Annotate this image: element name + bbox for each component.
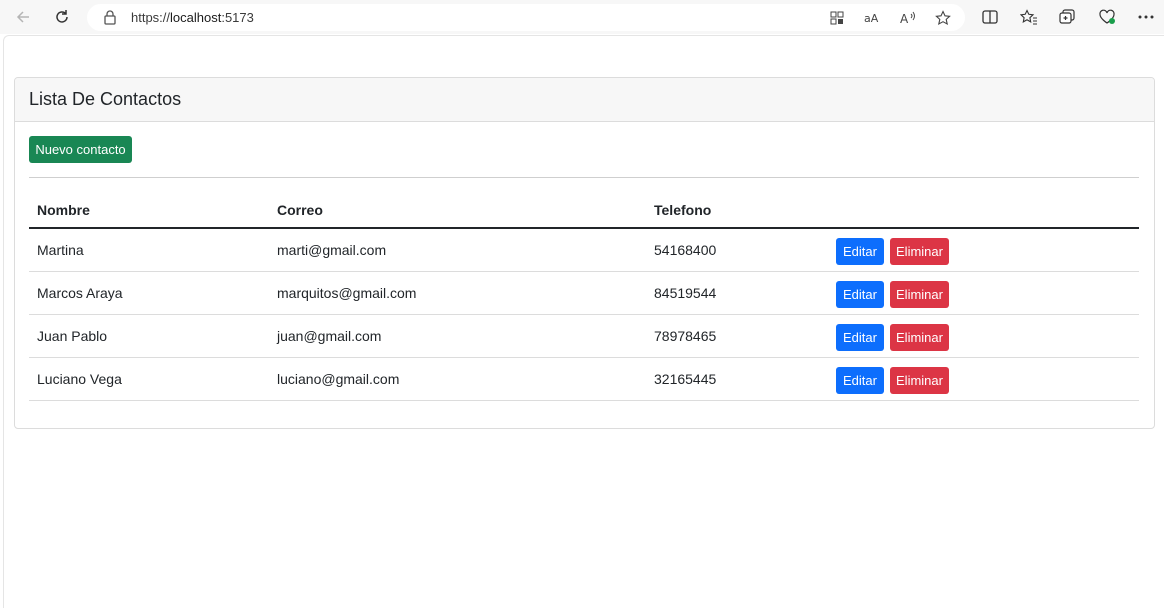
contact-phone: 54168400 <box>646 228 828 272</box>
page-title: Lista De Contactos <box>29 89 182 109</box>
table-row: Juan Pablo juan@gmail.com 78978465 Edita… <box>29 314 1139 358</box>
card-header: Lista De Contactos <box>15 78 1154 122</box>
contact-email: luciano@gmail.com <box>269 357 646 401</box>
row-actions: Editar Eliminar <box>828 314 1139 358</box>
edit-button[interactable]: Editar <box>836 366 884 394</box>
edit-button[interactable]: Editar <box>836 237 884 265</box>
contacts-table: Nombre Correo Telefono Martina marti@gma… <box>29 192 1139 401</box>
delete-button[interactable]: Eliminar <box>890 323 949 351</box>
contact-name: Juan Pablo <box>29 314 269 358</box>
column-header-actions <box>828 192 1139 229</box>
delete-button[interactable]: Eliminar <box>890 280 949 308</box>
url-port: :5173 <box>221 10 254 25</box>
translate-icon[interactable]: aA <box>863 9 881 27</box>
table-row: Marcos Araya marquitos@gmail.com 8451954… <box>29 271 1139 315</box>
edit-button[interactable]: Editar <box>836 323 884 351</box>
more-options-icon[interactable] <box>1136 7 1156 27</box>
lock-icon[interactable] <box>103 10 117 25</box>
contact-email: juan@gmail.com <box>269 314 646 358</box>
column-header-telefono: Telefono <box>646 192 828 229</box>
url-scheme: https:// <box>131 10 171 25</box>
favorite-star-icon[interactable] <box>934 9 952 27</box>
address-bar[interactable]: https://localhost:5173 aA A <box>87 4 965 31</box>
contact-phone: 84519544 <box>646 271 828 315</box>
contacts-card: Lista De Contactos Nuevo contacto Nombre… <box>14 77 1155 429</box>
row-actions: Editar Eliminar <box>828 357 1139 401</box>
url-text[interactable]: https://localhost:5173 <box>131 10 254 25</box>
column-header-correo: Correo <box>269 192 646 229</box>
divider <box>29 177 1139 178</box>
row-actions: Editar Eliminar <box>828 271 1139 315</box>
split-screen-icon[interactable] <box>980 7 1000 27</box>
delete-button[interactable]: Eliminar <box>890 366 949 394</box>
contact-name: Marcos Araya <box>29 271 269 315</box>
edit-button[interactable]: Editar <box>836 280 884 308</box>
contact-email: marti@gmail.com <box>269 228 646 272</box>
read-aloud-icon[interactable]: A <box>899 9 917 27</box>
browser-essentials-icon[interactable] <box>1097 7 1117 27</box>
collections-icon[interactable] <box>1058 7 1078 27</box>
card-body: Nuevo contacto Nombre Correo Telefono Ma… <box>15 122 1154 415</box>
contact-email: marquitos@gmail.com <box>269 271 646 315</box>
app-grid-icon[interactable] <box>828 9 846 27</box>
contact-phone: 32165445 <box>646 357 828 401</box>
svg-text:A: A <box>900 12 909 25</box>
contact-name: Luciano Vega <box>29 357 269 401</box>
page-viewport: Lista De Contactos Nuevo contacto Nombre… <box>3 35 1164 608</box>
url-host: localhost <box>170 10 222 25</box>
table-row: Martina marti@gmail.com 54168400 Editar … <box>29 228 1139 272</box>
contact-name: Martina <box>29 228 269 272</box>
row-actions: Editar Eliminar <box>828 228 1139 272</box>
delete-button[interactable]: Eliminar <box>890 237 949 265</box>
favorites-icon[interactable] <box>1019 7 1039 27</box>
table-row: Luciano Vega luciano@gmail.com 32165445 … <box>29 357 1139 401</box>
contact-phone: 78978465 <box>646 314 828 358</box>
column-header-nombre: Nombre <box>29 192 269 229</box>
back-icon[interactable] <box>12 6 34 28</box>
reload-icon[interactable] <box>51 6 73 28</box>
new-contact-button[interactable]: Nuevo contacto <box>29 136 132 163</box>
browser-toolbar: https://localhost:5173 aA A <box>0 0 1164 34</box>
table-header-row: Nombre Correo Telefono <box>29 192 1139 229</box>
svg-text:aA: aA <box>864 12 879 25</box>
